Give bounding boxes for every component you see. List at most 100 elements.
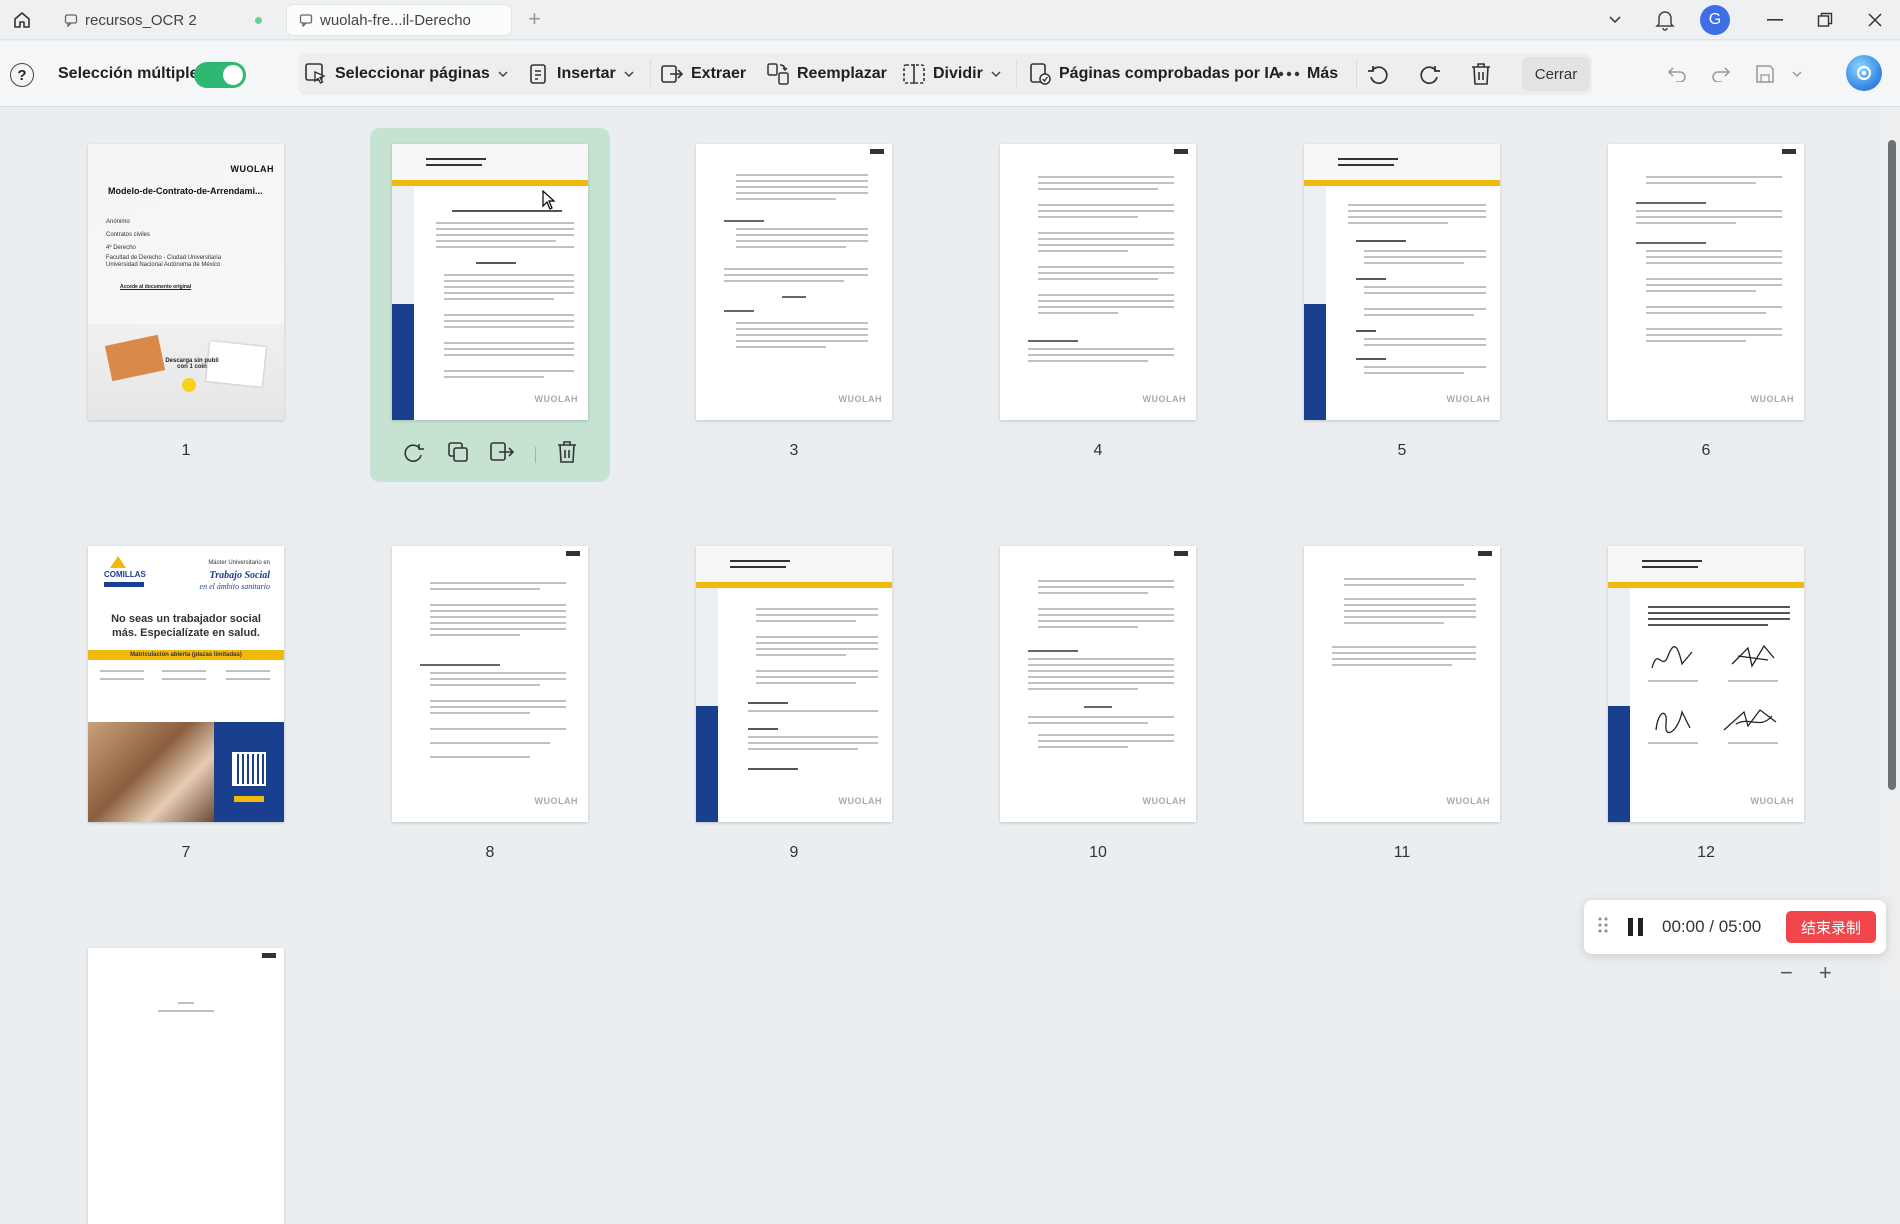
- more-dots-icon: [1278, 71, 1300, 77]
- brand-label: WUOLAH: [230, 164, 274, 174]
- meta-subject: Contratos civiles: [106, 232, 151, 238]
- ai-checked-pages-button[interactable]: Páginas comprobadas por IA: [1028, 57, 1280, 91]
- restore-icon[interactable]: [1800, 0, 1850, 40]
- save-icon[interactable]: [1743, 64, 1787, 84]
- page-thumbnail[interactable]: [88, 948, 284, 1224]
- extract-page-icon[interactable]: [489, 440, 515, 469]
- zoom-controls: − +: [1780, 960, 1832, 986]
- qr-code-icon: [232, 752, 266, 786]
- help-icon[interactable]: ?: [10, 63, 34, 87]
- pause-icon[interactable]: [1626, 916, 1646, 938]
- zoom-out-icon[interactable]: −: [1780, 960, 1793, 986]
- screen-recorder-bar: 00:00 / 05:00 结束录制: [1584, 900, 1886, 954]
- split-icon: [903, 64, 925, 84]
- drag-handle-icon[interactable]: [1598, 917, 1608, 938]
- chat-icon: [64, 13, 78, 27]
- page-thumbnail[interactable]: COMILLAS Máster Universitario en Trabajo…: [88, 546, 284, 822]
- page-number: 10: [1089, 844, 1107, 861]
- page-number: 8: [485, 844, 495, 861]
- page-thumbnail[interactable]: WUOLAH: [1000, 546, 1196, 822]
- scrollbar-thumb[interactable]: [1888, 140, 1896, 790]
- close-button[interactable]: Cerrar: [1522, 57, 1590, 91]
- page-number: 11: [1393, 844, 1411, 861]
- chevron-down-icon[interactable]: [1787, 70, 1807, 78]
- page-thumbnail[interactable]: WUOLAH: [1304, 546, 1500, 822]
- promo-text: Descarga sin publi con 1 coin: [165, 358, 219, 370]
- bell-icon[interactable]: [1640, 0, 1690, 40]
- cursor-select-icon: [305, 63, 326, 84]
- ai-assistant-icon[interactable]: [1846, 55, 1882, 91]
- page-number: 6: [1701, 442, 1711, 459]
- tab-wuolah[interactable]: wuolah-fre...il-Derecho: [286, 4, 512, 36]
- signature-icon: [1723, 709, 1777, 731]
- tab-label: wuolah-fre...il-Derecho: [320, 11, 471, 29]
- comillas-logo-text: COMILLAS: [104, 570, 146, 579]
- home-icon[interactable]: [10, 8, 34, 32]
- replace-icon: [767, 63, 789, 85]
- page-thumbnail[interactable]: WUOLAH: [1304, 144, 1500, 420]
- replace-button[interactable]: Reemplazar: [766, 57, 887, 91]
- page-thumbnail[interactable]: WUOLAH: [392, 144, 588, 420]
- multi-select-toggle[interactable]: [194, 62, 246, 88]
- page-number: 5: [1397, 442, 1407, 459]
- meta-course: 4º Derecho: [106, 245, 136, 251]
- delete-button[interactable]: [1470, 57, 1499, 91]
- chat-icon: [299, 13, 313, 27]
- divider: [1356, 59, 1357, 89]
- meta-faculty: Facultad de Derecho - Ciudad Universitar…: [106, 255, 222, 268]
- split-button[interactable]: Dividir: [902, 57, 1001, 91]
- page-thumbnail-grid: WUOLAH Modelo-de-Contrato-de-Arrendami..…: [0, 108, 1882, 1224]
- chevron-down-icon[interactable]: [1590, 0, 1640, 40]
- delete-page-icon[interactable]: [556, 440, 578, 469]
- stop-recording-button[interactable]: 结束录制: [1786, 911, 1876, 943]
- chevron-down-icon: [624, 70, 634, 77]
- page-thumbnail[interactable]: WUOLAH: [1000, 144, 1196, 420]
- page-thumbnail[interactable]: WUOLAH: [392, 546, 588, 822]
- rotate-right-button[interactable]: [1418, 57, 1449, 91]
- split-label: Dividir: [933, 65, 983, 82]
- page-thumbnail[interactable]: WUOLAH: [696, 546, 892, 822]
- copy-page-icon[interactable]: [446, 440, 470, 469]
- select-pages-label: Seleccionar páginas: [335, 65, 490, 82]
- coin-icon: [182, 378, 196, 392]
- more-button[interactable]: Más: [1278, 57, 1338, 91]
- extract-button[interactable]: Extraer: [660, 57, 746, 91]
- rotate-left-button[interactable]: [1366, 57, 1397, 91]
- rotate-right-icon: [1420, 66, 1440, 85]
- ai-checked-label: Páginas comprobadas por IA: [1059, 65, 1281, 82]
- divider: [1016, 59, 1017, 89]
- more-label: Más: [1307, 65, 1339, 82]
- avatar[interactable]: G: [1690, 0, 1740, 40]
- recording-timer: 00:00 / 05:00: [1662, 917, 1762, 936]
- tab-label: recursos_OCR 2: [85, 11, 197, 29]
- tab-recursos[interactable]: recursos_OCR 2: [52, 4, 272, 36]
- insert-label: Insertar: [557, 65, 616, 82]
- replace-label: Reemplazar: [797, 65, 887, 82]
- zoom-in-icon[interactable]: +: [1819, 960, 1832, 986]
- page-number: 1: [181, 442, 191, 459]
- ad-headline: No seas un trabajador social más. Especi…: [111, 613, 261, 639]
- doc-link[interactable]: Accede al documento original: [120, 284, 191, 290]
- redo-icon[interactable]: [1699, 66, 1743, 82]
- signature-icon: [1651, 646, 1693, 669]
- extract-icon: [661, 65, 684, 83]
- insert-button[interactable]: Insertar: [528, 57, 634, 91]
- title-bar: recursos_OCR 2 wuolah-fre...il-Derecho +…: [0, 0, 1900, 40]
- unsaved-dot-icon: [255, 16, 262, 24]
- doc-meta: Anónimo Contratos civiles 4º Derecho Fac…: [106, 216, 236, 269]
- page-thumbnail[interactable]: WUOLAH: [696, 144, 892, 420]
- close-icon[interactable]: [1850, 0, 1900, 40]
- page-thumbnail[interactable]: WUOLAH Modelo-de-Contrato-de-Arrendami..…: [88, 144, 284, 420]
- rotate-page-icon[interactable]: [402, 440, 426, 469]
- new-tab-plus-icon[interactable]: +: [528, 8, 541, 30]
- page-number: 7: [181, 844, 191, 861]
- page-thumbnail[interactable]: WUOLAH: [1608, 144, 1804, 420]
- undo-icon[interactable]: [1655, 66, 1699, 82]
- master-subtitle: en el ámbito sanitario: [199, 582, 270, 591]
- trash-icon: [1472, 63, 1490, 85]
- signature-icon: [1655, 710, 1691, 734]
- page-thumbnail[interactable]: WUOLAH: [1608, 546, 1804, 822]
- ad-banner: Matriculación abierta (plazas limitadas): [88, 650, 284, 660]
- select-pages-button[interactable]: Seleccionar páginas: [304, 57, 508, 91]
- minimize-icon[interactable]: [1750, 0, 1800, 40]
